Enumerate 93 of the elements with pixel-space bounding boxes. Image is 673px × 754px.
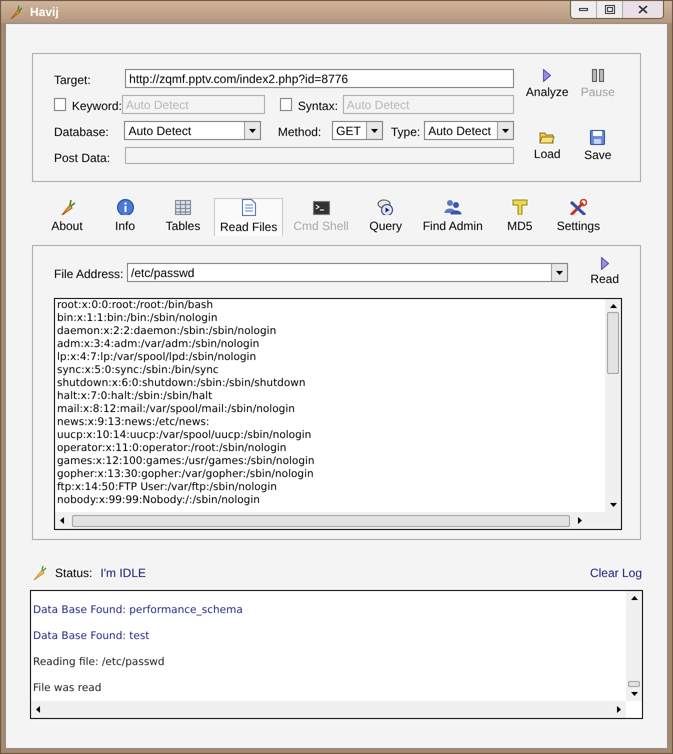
close-button[interactable] [623,1,663,18]
tools-icon [569,199,588,215]
carrot-icon [59,199,75,215]
tab[interactable]: Query [358,198,413,236]
tab[interactable]: Settings [550,198,606,236]
checkbox[interactable] [54,98,66,111]
dropdown-arrow-icon [556,270,564,274]
status-text: I'm IDLE [100,565,146,582]
text-line: ftp:x:14:50:FTP User:/var/ftp:/sbin/nologin [57,481,278,494]
text-line: bin:x:1:1:bin:/bin:/sbin/nologin [57,312,218,325]
scrollbar-thumb[interactable] [628,681,640,687]
status-label: Status: [55,565,92,582]
query-icon [377,199,394,215]
down-arrow-icon [610,503,616,507]
up-arrow-icon [610,304,616,308]
table-icon [175,200,191,215]
load-button[interactable]: Load [526,130,568,181]
tab[interactable]: Info [98,198,152,236]
field-label: Method: [278,124,322,141]
window-title: Havij [30,4,59,21]
up-arrow-icon [630,596,638,600]
scrollbar-thumb[interactable] [72,514,570,526]
dropdown-arrow-icon [502,128,509,132]
terminal-icon [312,201,330,215]
text-line: gopher:x:13:30:gopher:/var/gopher:/sbin/nologin [57,468,315,481]
document-icon [242,199,256,216]
down-arrow-icon [630,692,638,696]
tab[interactable]: About [40,198,94,236]
scrollbar-thumb[interactable] [607,312,619,374]
text-line: adm:x:3:4:adm:/var/adm:/sbin/nologin [57,338,260,351]
field-label: Post Data: [54,150,112,167]
dropdown-arrow-icon [248,128,256,132]
text-line: root:x:0:0:root:/root:/bin/bash [57,299,214,312]
tab[interactable]: Find Admin [416,198,489,236]
text-line: operator:x:11:0:operator:/root:/sbin/nologin [57,442,288,455]
play-icon [543,69,552,82]
target-field[interactable]: http://zqmf.pptv.com/index2.php?id=8776 [125,69,514,88]
log-entry: Data Base Found: performance_schema [33,604,244,617]
text-line: uucp:x:10:14:uucp:/var/spool/uucp:/sbin/nologin [57,429,312,442]
text-line: halt:x:7:0:halt:/sbin:/sbin/halt [57,390,214,403]
log-entry: Reading file: /etc/passwd [33,656,166,669]
info-icon [116,199,134,215]
maximize-icon [604,5,614,14]
play-icon [600,257,609,270]
vertical-scrollbar[interactable] [605,299,621,512]
minimize-button[interactable] [571,1,597,18]
vertical-scrollbar[interactable] [626,591,642,701]
save-button[interactable]: Save [576,130,619,181]
read-button[interactable]: Read [590,257,619,288]
file-address-dropdown[interactable]: /etc/passwd [127,263,568,282]
horizontal-scrollbar[interactable] [31,701,626,718]
field-label: Type: [390,124,422,141]
checkbox[interactable] [280,98,292,111]
tab[interactable]: Tables [156,198,210,236]
field-label: Target: [54,72,92,89]
text-line: lp:x:4:7:lp:/var/spool/lpd:/sbin/nologin [57,351,258,364]
method-dropdown[interactable]: GET [332,121,383,140]
tab[interactable]: MD5 [492,198,547,236]
tab[interactable]: Read Files [214,198,284,236]
field-label: File Address: [54,266,124,283]
dropdown-arrow-icon [370,128,378,132]
type-dropdown[interactable]: Auto Detect [424,121,514,140]
input-field[interactable]: Auto Detect [342,95,514,114]
text-line: sync:x:5:0:sync:/sbin:/bin/sync [57,364,220,377]
horizontal-scrollbar[interactable] [55,512,621,529]
post-data-field[interactable] [124,147,514,164]
right-arrow-icon [617,706,621,713]
log-entry: File was read [33,682,102,695]
log-entry: Data Base Found: test [33,630,150,643]
input-field[interactable]: Auto Detect [122,95,265,114]
left-arrow-icon [36,706,40,713]
carrot-icon [32,565,47,581]
carrot-icon [9,4,22,20]
folder-icon [539,130,556,144]
clear-log-link[interactable]: Clear Log [590,564,642,582]
text-line: shutdown:x:6:0:shutdown:/sbin:/sbin/shutdown [57,377,307,390]
field-label: Database: [54,124,110,141]
text-line: daemon:x:2:2:daemon:/sbin:/sbin/nologin [57,325,278,338]
analyze-button[interactable]: Analyze [526,69,568,118]
field-label: Syntax: [298,98,339,115]
text-line: nobody:x:99:99:Nobody:/:/sbin/nologin [57,494,261,507]
field-label: Keyword: [72,98,122,115]
text-line: mail:x:8:12:mail:/var/spool/mail:/sbin/nologin [57,403,296,416]
minimize-icon [579,8,588,11]
text-line: games:x:12:100:games:/usr/games:/sbin/nologin [57,455,316,468]
database-dropdown[interactable]: Auto Detect [124,121,261,140]
left-arrow-icon [60,517,64,524]
pause-icon [592,69,604,82]
close-icon [638,5,648,14]
users-icon [444,199,462,215]
text-line: news:x:9:13:news:/etc/news: [57,416,210,429]
maximize-button[interactable] [597,1,623,18]
right-arrow-icon [578,517,582,524]
